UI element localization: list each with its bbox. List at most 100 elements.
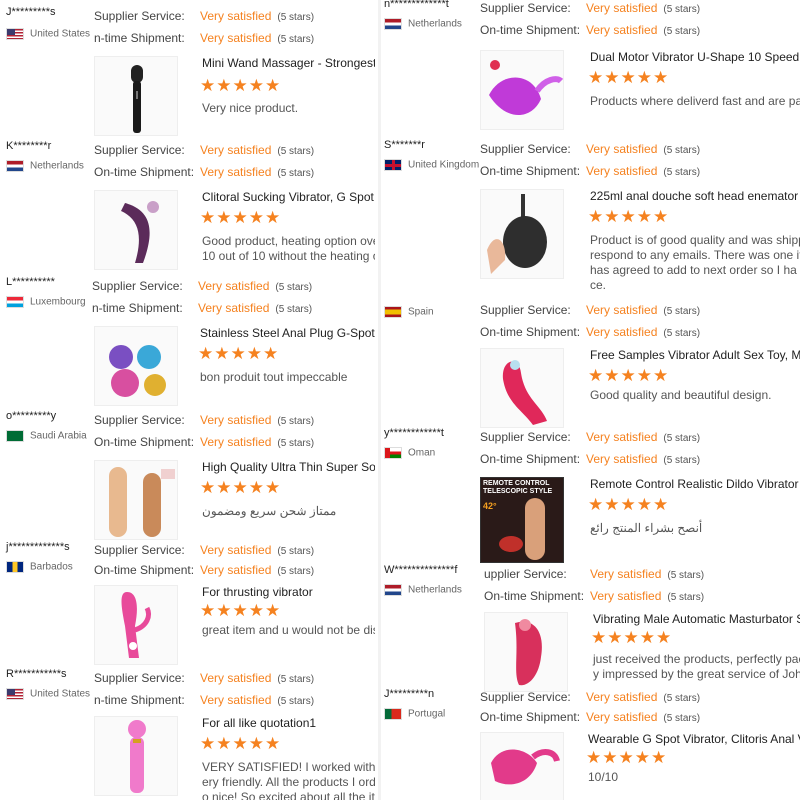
product-title-link[interactable]: Mini Wand Massager - Strongest C <box>202 56 375 70</box>
rating-stars: ★★★★★ <box>200 208 282 227</box>
product-title-link[interactable]: Vibrating Male Automatic Masturbator S <box>593 612 800 626</box>
column-divider <box>378 0 381 800</box>
product-thumbnail[interactable] <box>480 348 564 428</box>
buyer-name: j*************s <box>6 541 70 553</box>
supplier-stars-count: (5 stars) <box>663 4 701 15</box>
supplier-service-value: Very satisfied <box>586 430 658 444</box>
supplier-service-value: Very satisfied <box>586 303 658 317</box>
product-thumbnail[interactable] <box>94 460 178 540</box>
supplier-stars-count: (5 stars) <box>277 674 315 685</box>
shipment-stars-count: (5 stars) <box>277 566 315 577</box>
flag-bb-icon <box>6 561 24 573</box>
product-title-link[interactable]: Dual Motor Vibrator U-Shape 10 Speed Re <box>590 50 800 64</box>
buyer-country: Barbados <box>6 561 73 573</box>
product-title-link[interactable]: Remote Control Realistic Dildo Vibrator … <box>590 477 800 491</box>
shipment-label: On-time Shipment: <box>484 589 585 603</box>
product-title-link[interactable]: Stainless Steel Anal Plug G-Spot W <box>200 326 375 340</box>
shipment-value: Very satisfied <box>200 693 272 707</box>
buyer-name: W**************f <box>384 564 458 576</box>
supplier-stars-count: (5 stars) <box>275 282 313 293</box>
buyer-country: United States <box>6 28 90 40</box>
supplier-service-value: Very satisfied <box>200 9 272 23</box>
product-title-link[interactable]: Wearable G Spot Vibrator, Clitoris Anal … <box>588 732 800 746</box>
supplier-service-value: Very satisfied <box>200 143 272 157</box>
supplier-stars-count: (5 stars) <box>663 306 701 317</box>
review-comment: bon produit tout impeccable <box>200 370 348 384</box>
rating-stars: ★★★★★ <box>198 344 280 363</box>
product-title-link[interactable]: Clitoral Sucking Vibrator, G Spot S <box>202 190 375 204</box>
product-thumbnail[interactable] <box>480 732 564 800</box>
supplier-stars-count: (5 stars) <box>663 693 701 704</box>
rating-stars: ★★★★★ <box>588 68 670 87</box>
flag-sa-icon <box>6 430 24 442</box>
flag-lu-icon <box>6 296 24 308</box>
shipment-label: On-time Shipment: <box>94 435 195 449</box>
supplier-service-label: Supplier Service: <box>480 303 571 317</box>
supplier-stars-count: (5 stars) <box>277 546 315 557</box>
buyer-country: Oman <box>384 447 435 459</box>
ratings-block: Supplier Service: Very satisfied (5 stars)… <box>480 427 700 471</box>
shipment-value: Very satisfied <box>200 31 272 45</box>
rating-stars: ★★★★★ <box>588 366 670 385</box>
shipment-value: Very satisfied <box>586 325 658 339</box>
right-review-column: n*************t Netherlands Supplier Ser… <box>378 0 800 800</box>
product-thumbnail[interactable] <box>94 190 178 270</box>
rating-stars: ★★★★★ <box>588 207 670 226</box>
rating-stars: ★★★★★ <box>200 601 282 620</box>
supplier-stars-count: (5 stars) <box>663 433 701 444</box>
shipment-value: Very satisfied <box>590 589 662 603</box>
supplier-service-value: Very satisfied <box>198 279 270 293</box>
rating-stars: ★★★★★ <box>591 628 673 647</box>
buyer-country: Spain <box>384 306 434 318</box>
shipment-stars-count: (5 stars) <box>663 713 701 724</box>
shipment-stars-count: (5 stars) <box>277 438 315 449</box>
supplier-service-label: Supplier Service: <box>92 279 183 293</box>
flag-nl-icon <box>6 160 24 172</box>
product-title-link[interactable]: For thrusting vibrator <box>202 585 313 599</box>
supplier-service-value: Very satisfied <box>586 690 658 704</box>
product-thumbnail[interactable] <box>94 716 178 796</box>
buyer-name: L********** <box>6 276 55 288</box>
review-comment: ممتاز شحن سريع ومضمون <box>202 504 337 518</box>
product-thumbnail[interactable] <box>480 189 564 279</box>
product-title-link[interactable]: For all like quotation1 <box>202 716 316 730</box>
ratings-block: upplier Service: Very satisfied (5 stars) … <box>484 564 704 608</box>
product-title-link[interactable]: 225ml anal douche soft head enemator a <box>590 189 800 203</box>
product-thumbnail[interactable] <box>94 326 178 406</box>
flag-om-icon <box>384 447 402 459</box>
review-comment: VERY SATISFIED! I worked with Ma ery fri… <box>202 760 375 800</box>
supplier-service-value: Very satisfied <box>200 413 272 427</box>
flag-nl-icon <box>384 584 402 596</box>
buyer-name: y************t <box>384 427 444 439</box>
supplier-service-label: Supplier Service: <box>94 143 185 157</box>
shipment-stars-count: (5 stars) <box>277 34 315 45</box>
review-comment: أنصح بشراء المنتج رائع <box>590 521 703 535</box>
ratings-block: Supplier Service: Very satisfied (5 stars)… <box>480 0 700 42</box>
flag-us-icon <box>6 688 24 700</box>
buyer-name: K********r <box>6 140 52 152</box>
flag-uk-icon <box>384 159 402 171</box>
product-thumbnail[interactable] <box>480 50 564 130</box>
shipment-stars-count: (5 stars) <box>663 455 701 466</box>
supplier-service-label: Supplier Service: <box>480 430 571 444</box>
product-title-link[interactable]: High Quality Ultra Thin Super Soft <box>202 460 375 474</box>
product-thumbnail[interactable] <box>94 585 178 665</box>
ratings-block: Supplier Service: Very satisfied (5 stars)… <box>480 300 700 344</box>
buyer-name: o*********y <box>6 410 57 422</box>
product-thumbnail[interactable]: REMOTE CONTROL TELESCOPIC STYLE 42° <box>480 477 564 563</box>
supplier-service-value: Very satisfied <box>590 567 662 581</box>
supplier-stars-count: (5 stars) <box>663 145 701 156</box>
shipment-label: n-time Shipment: <box>92 301 183 315</box>
supplier-service-label: Supplier Service: <box>94 413 185 427</box>
shipment-label: On-time Shipment: <box>480 325 581 339</box>
buyer-country: United Kingdom <box>384 159 479 171</box>
product-thumbnail[interactable] <box>484 612 568 692</box>
shipment-label: On-time Shipment: <box>480 164 581 178</box>
product-title-link[interactable]: Free Samples Vibrator Adult Sex Toy, Med <box>590 348 800 362</box>
shipment-label: On-time Shipment: <box>94 563 195 577</box>
ratings-block: Supplier Service: Very satisfied (5 stars)… <box>92 276 312 320</box>
flag-pt-icon <box>384 708 402 720</box>
product-thumbnail[interactable] <box>94 56 178 136</box>
ratings-block: Supplier Service: Very satisfied (5 stars)… <box>94 410 314 454</box>
supplier-service-value: Very satisfied <box>200 543 272 557</box>
